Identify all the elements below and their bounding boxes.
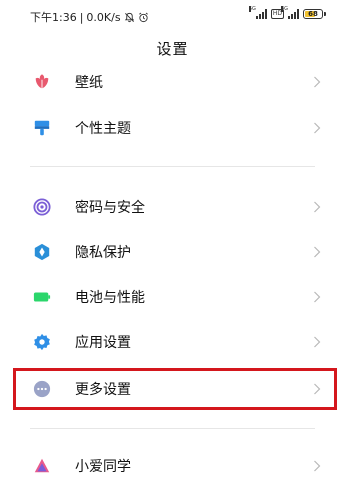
settings-item-battery-performance[interactable]: 电池与性能 [0, 275, 345, 319]
chevron-right-icon [314, 122, 321, 134]
settings-item-xiaoai[interactable]: 小爱同学 [0, 444, 345, 488]
chevron-right-icon [314, 460, 321, 472]
settings-item-password-security[interactable]: 密码与安全 [0, 185, 345, 229]
settings-item-privacy[interactable]: 隐私保护 [0, 230, 345, 274]
gear-icon [34, 333, 50, 351]
settings-item-label: 更多设置 [75, 382, 131, 398]
theme-brush-icon [34, 120, 50, 136]
settings-item-label: 隐私保护 [75, 245, 131, 261]
status-right: 5G HD 4G 68 [248, 6, 326, 19]
battery-icon [33, 292, 51, 302]
status-network-speed: 0.0K/s [86, 10, 121, 24]
mute-bell-icon [124, 12, 134, 22]
page-title: 设置 [156, 40, 189, 58]
settings-item-wallpaper[interactable]: 壁纸 [0, 60, 345, 104]
status-bar: 下午1:36 | 0.0K/s 5G HD 4G 68 [0, 0, 345, 30]
chevron-right-icon [314, 383, 321, 395]
network-type-label: 4G [281, 6, 289, 12]
battery-indicator: 68 [303, 9, 326, 19]
chevron-right-icon [314, 76, 321, 88]
settings-item-app-settings[interactable]: 应用设置 [0, 320, 345, 364]
more-icon [33, 380, 51, 398]
settings-item-more-settings[interactable]: 更多设置 [0, 367, 345, 411]
settings-item-label: 应用设置 [75, 335, 131, 351]
chevron-right-icon [314, 291, 321, 303]
wallpaper-icon [35, 74, 49, 89]
section-divider [30, 166, 315, 167]
settings-item-label: 密码与安全 [75, 200, 145, 216]
settings-item-label: 个性主题 [75, 121, 131, 137]
status-separator: | [79, 10, 84, 24]
signal-strength-icon: 4G [281, 6, 299, 19]
privacy-icon [34, 243, 50, 261]
status-time: 下午1:36 [30, 11, 77, 24]
status-left: 下午1:36 | 0.0K/s [30, 9, 149, 25]
security-icon [33, 198, 51, 216]
section-divider [30, 428, 315, 429]
chevron-right-icon [314, 246, 321, 258]
settings-item-label: 小爱同学 [75, 459, 131, 475]
xiaoai-icon [34, 458, 50, 473]
settings-item-theme[interactable]: 个性主题 [0, 106, 345, 150]
network-type-label: 5G [248, 6, 256, 12]
signal-strength-icon: 5G [248, 6, 267, 19]
chevron-right-icon [314, 201, 321, 213]
chevron-right-icon [314, 336, 321, 348]
battery-percent: 68 [308, 10, 318, 18]
settings-item-label: 电池与性能 [75, 290, 145, 306]
settings-item-label: 壁纸 [75, 75, 103, 91]
alarm-clock-icon [138, 12, 148, 22]
